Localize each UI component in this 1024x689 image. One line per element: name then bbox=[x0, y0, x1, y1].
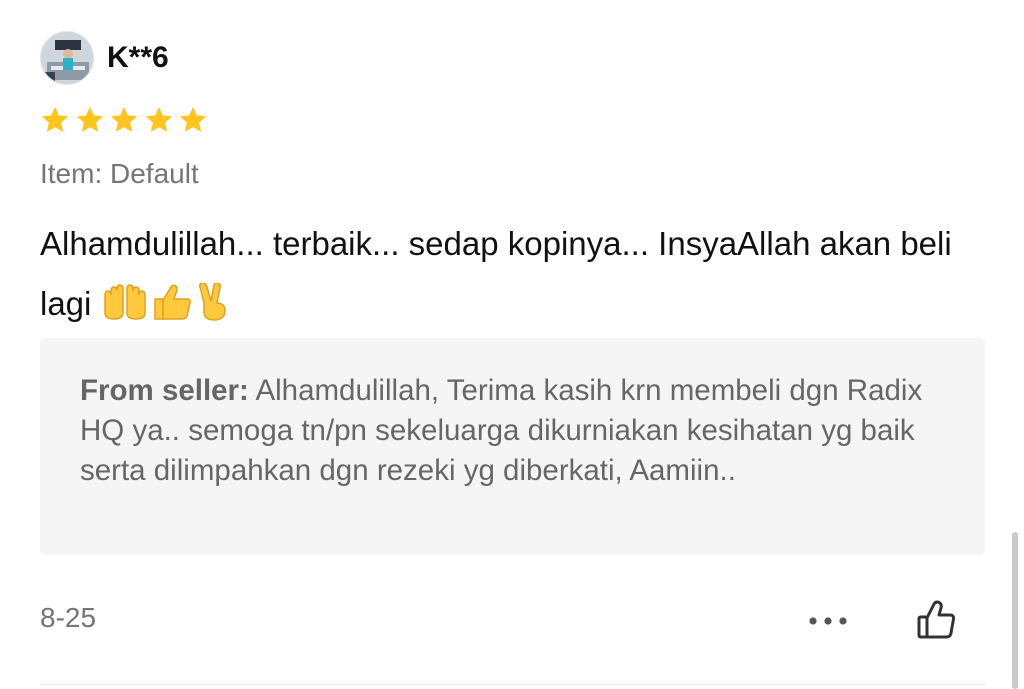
review-header: K**6 bbox=[40, 30, 169, 86]
thumbs-up-emoji bbox=[153, 284, 191, 320]
review-date: 8-25 bbox=[40, 602, 97, 633]
avatar[interactable] bbox=[40, 31, 94, 85]
victory-hand-emoji bbox=[198, 283, 226, 321]
review-comment: Alhamdulillah... terbaik... sedap kopiny… bbox=[40, 214, 990, 334]
seller-reply: From seller: Alhamdulillah, Terima kasih… bbox=[40, 338, 985, 555]
avatar-image bbox=[41, 32, 93, 84]
star-icon bbox=[41, 106, 69, 132]
star-rating bbox=[40, 105, 213, 135]
star-icon bbox=[110, 106, 138, 132]
raised-hands-emoji bbox=[103, 284, 146, 320]
star-icon bbox=[76, 106, 103, 132]
more-options-button[interactable] bbox=[800, 604, 856, 638]
review-card: K**6 Item: Default Alhamdulillah... terb… bbox=[0, 0, 1024, 689]
seller-reply-label: From seller: bbox=[80, 374, 249, 407]
item-variation: Item: Default bbox=[40, 158, 199, 189]
username: K**6 bbox=[107, 41, 169, 74]
thumbs-up-outline-icon bbox=[917, 600, 956, 639]
more-dots-icon bbox=[809, 617, 847, 625]
divider bbox=[40, 684, 985, 685]
star-icon bbox=[179, 106, 207, 132]
scrollbar[interactable] bbox=[1012, 532, 1018, 689]
star-icon bbox=[145, 106, 172, 132]
like-button[interactable] bbox=[910, 596, 962, 644]
